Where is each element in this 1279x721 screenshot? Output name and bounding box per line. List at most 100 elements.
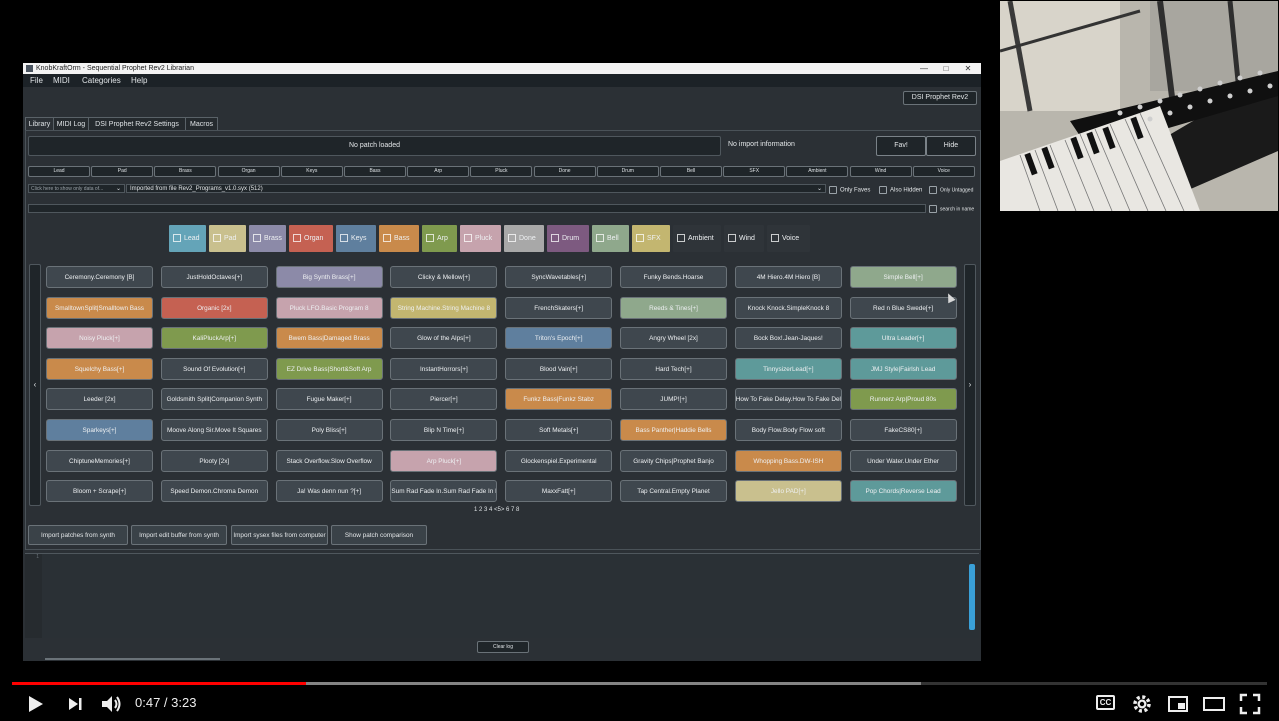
patch-button[interactable]: Plooty [2x] — [160, 449, 268, 472]
patch-button[interactable]: Red n Blue Swede[+] — [849, 296, 957, 319]
patch-button[interactable]: Arp Pluck[+] — [390, 449, 498, 472]
tab-library[interactable]: Library — [25, 117, 54, 131]
filter-bell[interactable]: Bell — [592, 225, 629, 252]
category-button-voice[interactable]: Voice — [912, 166, 975, 177]
filter-arp[interactable]: Arp — [422, 225, 457, 252]
patch-button[interactable]: Ceremony.Ceremony [B] — [46, 266, 153, 288]
patch-button[interactable]: Goldsmith Split|Companion Synth — [160, 388, 268, 411]
patch-button[interactable]: Funky Bends.Hoarse — [620, 266, 727, 288]
patch-button[interactable]: Funkz Bass|Funkz Stabz — [505, 388, 613, 411]
category-button-bell[interactable]: Bell — [660, 166, 722, 177]
show-patch-comparison-button[interactable]: Show patch comparison — [331, 525, 427, 545]
patch-button[interactable]: Tap Central.Empty Planet — [620, 480, 727, 503]
import-from-synth-button[interactable]: Import patches from synth — [28, 525, 128, 545]
next-page-button[interactable]: › — [964, 264, 976, 506]
patch-button[interactable]: Whopping Bass.DW-ISH — [734, 449, 842, 472]
patch-button[interactable]: Noisy Pluck[+] — [46, 327, 153, 350]
patch-button[interactable]: Ja! Was denn nun ?[+] — [275, 480, 383, 503]
filter-pluck[interactable]: Pluck — [460, 225, 501, 252]
tab-midi-log[interactable]: MIDI Log — [53, 117, 89, 131]
patch-button[interactable]: Reeds & Tines[+] — [620, 296, 727, 319]
filter-ambient[interactable]: Ambient — [673, 225, 721, 252]
filter-done[interactable]: Done — [504, 225, 544, 252]
patch-button[interactable]: Hard Tech[+] — [620, 357, 727, 380]
patch-button[interactable]: FakeCS80[+] — [849, 419, 957, 441]
patch-button[interactable]: Sparkeys[+] — [46, 419, 153, 441]
category-button-sfx[interactable]: SFX — [723, 166, 786, 177]
category-button-lead[interactable]: Lead — [28, 166, 90, 177]
settings-gear-icon[interactable] — [1130, 692, 1154, 716]
filter-drum[interactable]: Drum — [547, 225, 589, 252]
patch-button[interactable]: Pluck LFO.Basic Program 8 — [275, 296, 383, 319]
import-sysex-files-button[interactable]: Import sysex files from computer — [231, 525, 328, 545]
tab-macros[interactable]: Macros — [185, 117, 218, 131]
filter-keys[interactable]: Keys — [336, 225, 376, 252]
filter-organ[interactable]: Organ — [289, 225, 333, 252]
synth-select-button[interactable]: DSI Prophet Rev2 — [903, 91, 977, 105]
patch-button[interactable]: Bloom + Scrape[+] — [46, 480, 153, 503]
patch-button[interactable]: Triton's Epoch[+] — [505, 327, 613, 350]
filter-lead[interactable]: Lead — [169, 225, 206, 252]
prev-page-button[interactable]: ‹ — [29, 264, 41, 506]
patch-button[interactable]: Simple Bell[+] — [849, 266, 957, 288]
patch-button[interactable]: Blood Vain[+] — [505, 357, 613, 380]
only-untagged-checkbox[interactable]: Only Untagged — [929, 186, 973, 195]
patch-button[interactable]: Angry Wheel [2x] — [620, 327, 727, 350]
category-button-arp[interactable]: Arp — [407, 166, 470, 177]
patch-button[interactable]: Bwem Bass|Damaged Brass — [275, 327, 383, 350]
patch-button[interactable]: Bass Panther|Haddie Bells — [620, 419, 727, 441]
patch-button[interactable]: Organic [2x] — [160, 296, 268, 319]
miniplayer-icon[interactable] — [1166, 692, 1190, 716]
search-input[interactable] — [28, 204, 926, 213]
patch-button[interactable]: KaliPluckArp[+] — [160, 327, 268, 350]
patch-button[interactable]: JustHoldOctaves[+] — [160, 266, 268, 288]
patch-button[interactable]: EZ Drive Bass|Short&Soft Arp — [275, 357, 383, 380]
patch-button[interactable]: Body Flow.Body Flow soft — [734, 419, 842, 441]
search-in-name-checkbox[interactable]: search in name — [929, 205, 974, 214]
patch-button[interactable]: MaxxFatt[+] — [505, 480, 613, 503]
patch-button[interactable]: Moove Along Sir.Move It Squares — [160, 419, 268, 441]
log-scrollbar[interactable] — [969, 564, 975, 630]
patch-button[interactable]: FrenchSkaters[+] — [505, 296, 613, 319]
category-button-bass[interactable]: Bass — [344, 166, 406, 177]
filter-pad[interactable]: Pad — [209, 225, 246, 252]
patch-button[interactable]: TinnysizerLead[+] — [734, 357, 842, 380]
category-button-keys[interactable]: Keys — [280, 166, 343, 177]
theater-mode-icon[interactable] — [1202, 692, 1226, 716]
patch-button[interactable]: Soft Metals[+] — [505, 419, 613, 441]
patch-button[interactable]: Leeder [2x] — [46, 388, 153, 411]
horizontal-scrollbar[interactable] — [45, 658, 220, 660]
import-edit-buffer-button[interactable]: Import edit buffer from synth — [131, 525, 227, 545]
maximize-button[interactable]: □ — [935, 63, 957, 74]
patch-button[interactable]: Bock Box!.Jean-Jaques! — [734, 327, 842, 350]
fullscreen-icon[interactable] — [1238, 692, 1262, 716]
menu-help[interactable]: Help — [131, 74, 147, 87]
patch-button[interactable]: JMJ Style|Fairlsh Lead — [849, 357, 957, 380]
tab-synth-settings[interactable]: DSI Prophet Rev2 Settings — [88, 117, 186, 131]
category-button-pluck[interactable]: Pluck — [470, 166, 533, 177]
captions-icon[interactable]: CC — [1096, 695, 1115, 710]
patch-button[interactable]: SyncWavetables[+] — [505, 266, 613, 288]
filter-voice[interactable]: Voice — [767, 225, 810, 252]
only-faves-checkbox[interactable]: Only Faves — [829, 186, 870, 195]
volume-icon[interactable] — [99, 692, 123, 716]
patch-button[interactable]: InstantHorrors[+] — [390, 357, 498, 380]
patch-button[interactable]: Sound Of Evolution[+] — [160, 357, 268, 380]
page-selector[interactable]: 1 2 3 4 <5> 6 7 8 — [474, 507, 519, 513]
filter-sfx[interactable]: SFX — [632, 225, 670, 252]
also-hidden-checkbox[interactable]: Also Hidden — [879, 186, 922, 195]
import-select-dropdown[interactable]: Imported from file Rev2_Programs_v1.0.sy… — [126, 184, 826, 193]
close-button[interactable]: ✕ — [957, 63, 979, 74]
fav-button[interactable]: Fav! — [876, 136, 926, 156]
patch-button[interactable]: Under Water.Under Ether — [849, 449, 957, 472]
patch-button[interactable]: Piercer[+] — [390, 388, 498, 411]
category-button-organ[interactable]: Organ — [217, 166, 280, 177]
next-icon[interactable] — [64, 692, 86, 716]
patch-button[interactable]: Sum Rad Fade In.Sum Rad Fade In B — [390, 480, 498, 503]
filter-brass[interactable]: Brass — [249, 225, 286, 252]
patch-button[interactable]: Glow of the Alps[+] — [390, 327, 498, 350]
patch-button[interactable]: Pop Chords|Reverse Lead — [849, 480, 957, 503]
patch-button[interactable]: Fugue Maker[+] — [275, 388, 383, 411]
filter-bass[interactable]: Bass — [379, 225, 419, 252]
menu-midi[interactable]: MIDI — [53, 74, 70, 87]
